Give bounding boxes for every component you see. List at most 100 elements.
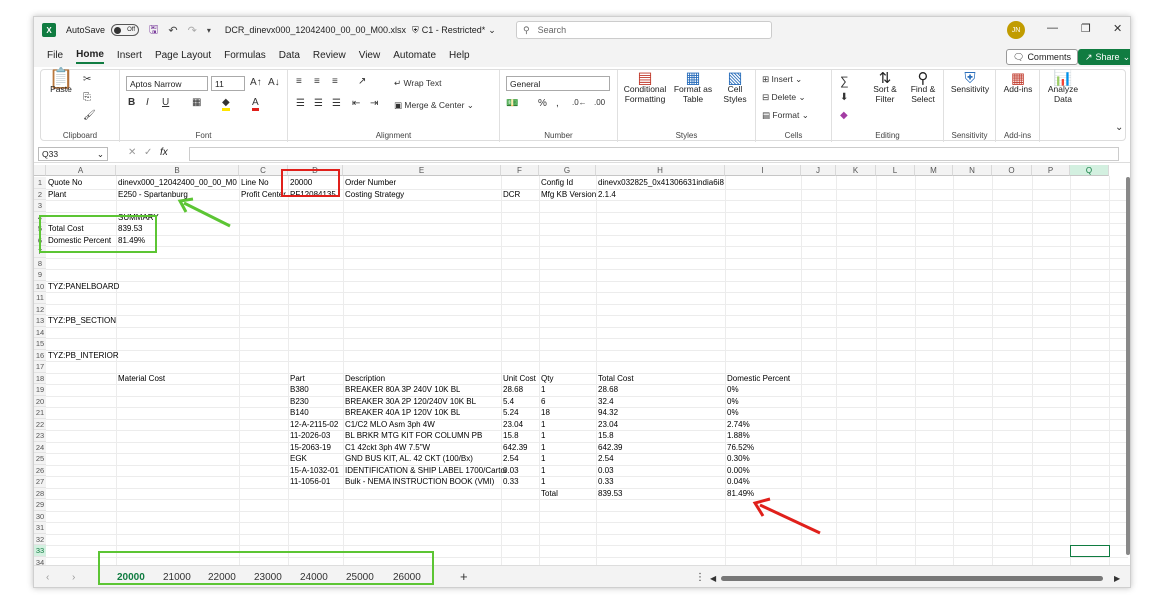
- row-header[interactable]: 23: [34, 430, 46, 442]
- search-box[interactable]: ⚲ Search: [516, 21, 772, 39]
- table-cell[interactable]: 1: [541, 384, 545, 396]
- row-header[interactable]: 21: [34, 407, 46, 419]
- table-header[interactable]: Part: [290, 373, 305, 385]
- column-header[interactable]: K: [836, 165, 876, 176]
- row-header[interactable]: 16: [34, 349, 46, 361]
- table-cell[interactable]: Bulk - NEMA INSTRUCTION BOOK (VMI): [345, 476, 494, 488]
- minimize-icon[interactable]: —: [1047, 22, 1058, 34]
- table-cell[interactable]: 0.30%: [727, 453, 750, 465]
- cell-plant[interactable]: E250 - Spartanburg: [118, 189, 188, 201]
- cell[interactable]: PF12084135: [290, 189, 336, 201]
- format-table-button[interactable]: ▦ Format as Table: [672, 71, 714, 105]
- increase-font-icon[interactable]: A↑: [250, 77, 262, 88]
- row-header[interactable]: 30: [34, 510, 46, 522]
- table-cell[interactable]: 5.4: [503, 396, 514, 408]
- summary-domestic-percent[interactable]: 81.49%: [118, 235, 145, 247]
- tab-file[interactable]: File: [47, 48, 63, 63]
- column-header[interactable]: J: [801, 165, 836, 176]
- sensitivity-button[interactable]: ⛨ Sensitivity: [946, 71, 994, 94]
- cell[interactable]: Domestic Percent: [48, 235, 111, 247]
- table-cell[interactable]: 1: [541, 430, 545, 442]
- number-format-select[interactable]: General: [506, 76, 610, 91]
- cell[interactable]: Costing Strategy: [345, 189, 404, 201]
- row-header[interactable]: 5: [34, 223, 46, 235]
- row-header[interactable]: 22: [34, 418, 46, 430]
- table-cell[interactable]: 1: [541, 419, 545, 431]
- table-cell[interactable]: 23.04: [598, 419, 618, 431]
- sheet-tab-21000[interactable]: 21000: [163, 572, 191, 583]
- indent-decrease-icon[interactable]: ⇤: [352, 98, 360, 109]
- summary-total-cost[interactable]: 839.53: [118, 223, 142, 235]
- table-total-domestic[interactable]: 81.49%: [727, 488, 754, 500]
- wrap-text-button[interactable]: ↵ Wrap Text: [394, 78, 441, 89]
- vertical-scrollbar[interactable]: [1126, 177, 1130, 555]
- formula-input[interactable]: [189, 147, 1119, 161]
- align-right-icon[interactable]: ☰: [332, 98, 341, 109]
- row-header[interactable]: 20: [34, 395, 46, 407]
- table-cell[interactable]: 32.4: [598, 396, 614, 408]
- row-header[interactable]: 25: [34, 453, 46, 465]
- tab-page-layout[interactable]: Page Layout: [155, 48, 211, 63]
- table-cell[interactable]: 0.04%: [727, 476, 750, 488]
- column-header[interactable]: E: [343, 165, 501, 176]
- font-name-select[interactable]: Aptos Narrow: [126, 76, 208, 91]
- cell[interactable]: 2.1.4: [598, 189, 616, 201]
- insert-function-icon[interactable]: fx: [160, 147, 168, 158]
- borders-icon[interactable]: ▦: [192, 97, 201, 108]
- conditional-formatting-button[interactable]: ▤ Conditional Formatting: [620, 71, 670, 105]
- row-header[interactable]: 13: [34, 315, 46, 327]
- increase-decimal-icon[interactable]: .0←: [572, 98, 587, 107]
- sheet-tab-22000[interactable]: 22000: [208, 572, 236, 583]
- decrease-font-icon[interactable]: A↓: [268, 77, 280, 88]
- tab-review[interactable]: Review: [313, 48, 346, 63]
- formula-enter-icon[interactable]: ✓: [144, 147, 152, 158]
- underline-icon[interactable]: U: [162, 97, 169, 108]
- column-header[interactable]: A: [46, 165, 116, 176]
- cell[interactable]: Plant: [48, 189, 66, 201]
- find-select-button[interactable]: ⚲ Find & Select: [904, 71, 942, 104]
- table-cell[interactable]: 0%: [727, 407, 739, 419]
- tab-insert[interactable]: Insert: [117, 48, 142, 63]
- table-cell[interactable]: 15.8: [503, 430, 519, 442]
- bold-icon[interactable]: B: [128, 97, 135, 108]
- redo-icon[interactable]: ↷: [188, 24, 197, 37]
- collapse-ribbon-icon[interactable]: ⌄: [1115, 122, 1123, 133]
- cell[interactable]: Mfg KB Version: [541, 189, 596, 201]
- format-cells-button[interactable]: ▤ Format ⌄: [762, 110, 809, 121]
- tab-help[interactable]: Help: [449, 48, 470, 63]
- table-cell[interactable]: 1: [541, 453, 545, 465]
- column-header[interactable]: H: [596, 165, 725, 176]
- italic-icon[interactable]: I: [146, 97, 149, 108]
- row-header[interactable]: 15: [34, 338, 46, 350]
- table-cell[interactable]: 0%: [727, 396, 739, 408]
- row-header[interactable]: 9: [34, 269, 46, 281]
- accounting-icon[interactable]: 💵: [506, 98, 518, 109]
- formula-cancel-icon[interactable]: ✕: [128, 147, 136, 158]
- tab-home[interactable]: Home: [76, 47, 104, 64]
- table-header[interactable]: Domestic Percent: [727, 373, 790, 385]
- orientation-icon[interactable]: ↗: [358, 76, 366, 87]
- row-header[interactable]: 27: [34, 476, 46, 488]
- close-icon[interactable]: ✕: [1113, 22, 1122, 35]
- cell[interactable]: TYZ:PB_SECTION: [48, 315, 116, 327]
- table-cell[interactable]: 2.54: [598, 453, 614, 465]
- table-cell[interactable]: 0.03: [503, 465, 519, 477]
- cell[interactable]: Material Cost: [118, 373, 165, 385]
- row-header[interactable]: 29: [34, 499, 46, 511]
- cell[interactable]: TYZ:PB_INTERIOR: [48, 350, 119, 362]
- sort-filter-button[interactable]: ⇅ Sort & Filter: [868, 71, 902, 104]
- table-cell[interactable]: BREAKER 40A 1P 120V 10K BL: [345, 407, 460, 419]
- column-header[interactable]: B: [116, 165, 239, 176]
- table-cell[interactable]: 76.52%: [727, 442, 754, 454]
- table-cell[interactable]: 2.54: [503, 453, 519, 465]
- table-cell[interactable]: 642.39: [598, 442, 622, 454]
- cell[interactable]: Line No: [241, 177, 269, 189]
- column-header[interactable]: I: [725, 165, 801, 176]
- table-cell[interactable]: 23.04: [503, 419, 523, 431]
- row-header[interactable]: 24: [34, 441, 46, 453]
- column-header[interactable]: P: [1032, 165, 1070, 176]
- table-cell[interactable]: 0.03: [598, 465, 614, 477]
- cell[interactable]: dinevx032825_0x41306631india6i8: [598, 177, 724, 189]
- row-header[interactable]: 19: [34, 384, 46, 396]
- row-header[interactable]: 11: [34, 292, 46, 304]
